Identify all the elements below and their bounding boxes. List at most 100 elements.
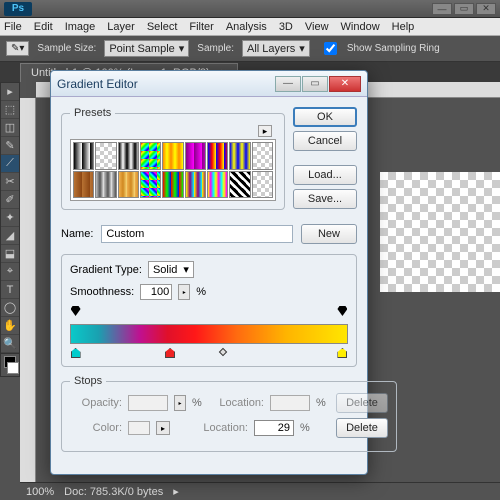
save-button[interactable]: Save... (293, 189, 357, 209)
menu-edit[interactable]: Edit (34, 21, 53, 33)
tool-button[interactable]: ⌖ (1, 263, 19, 281)
preset-swatch[interactable] (229, 142, 250, 170)
name-input[interactable] (101, 225, 293, 243)
preset-swatch[interactable] (229, 171, 250, 199)
tool-button[interactable]: ✦ (1, 209, 19, 227)
presets-fieldset: Presets ▸ (61, 107, 285, 210)
presets-menu-button[interactable]: ▸ (258, 125, 272, 137)
preset-swatch[interactable] (118, 171, 139, 199)
preset-swatch[interactable] (185, 171, 206, 199)
color-stop[interactable] (71, 348, 81, 358)
cancel-button[interactable]: Cancel (293, 131, 357, 151)
sample-label: Sample: (197, 43, 234, 54)
toolbox: ▸⬚◫✎⟋✂✐✦◢⬓⌖T◯✋🔍 (0, 82, 20, 377)
tool-button[interactable]: ◯ (1, 299, 19, 317)
tool-button[interactable]: ✋ (1, 317, 19, 335)
preset-swatch[interactable] (207, 142, 228, 170)
opacity-stops-track[interactable] (70, 306, 348, 318)
gradient-type-label: Gradient Type: (70, 264, 142, 276)
color-stops-track[interactable] (70, 346, 348, 358)
document-canvas[interactable] (380, 172, 500, 292)
dialog-minimize-button[interactable]: — (275, 76, 301, 92)
tool-button[interactable]: ✂ (1, 173, 19, 191)
sample-layers-dropdown[interactable]: All Layers▾ (242, 40, 310, 57)
load-button[interactable]: Load... (293, 165, 357, 185)
menu-file[interactable]: File (4, 21, 22, 33)
preset-swatch[interactable] (207, 171, 228, 199)
color-stop[interactable] (337, 348, 347, 358)
ok-button[interactable]: OK (293, 107, 357, 127)
tool-button[interactable]: ✎ (1, 137, 19, 155)
gradient-type-fieldset: Gradient Type: Solid▾ Smoothness: ▸ % (61, 254, 357, 367)
location-label-2: Location: (196, 422, 248, 434)
preset-swatch[interactable] (162, 142, 183, 170)
new-button[interactable]: New (301, 224, 357, 244)
sample-size-dropdown[interactable]: Point Sample▾ (104, 40, 189, 57)
preset-swatch[interactable] (73, 171, 94, 199)
location-label-1: Location: (212, 397, 264, 409)
show-sampling-ring-checkbox[interactable] (324, 42, 337, 55)
dialog-close-button[interactable]: ✕ (329, 76, 361, 92)
maximize-button[interactable]: ▭ (454, 3, 474, 15)
opacity-stop[interactable] (337, 306, 347, 316)
preset-swatch[interactable] (185, 142, 206, 170)
gradient-editor-dialog: Gradient Editor — ▭ ✕ Presets ▸ OK Cance… (50, 70, 368, 475)
minimize-button[interactable]: — (432, 3, 452, 15)
status-arrow-icon[interactable]: ▸ (173, 485, 179, 498)
name-label: Name: (61, 228, 93, 240)
midpoint-stop[interactable] (219, 348, 227, 356)
smoothness-input[interactable] (140, 284, 172, 300)
presets-grid[interactable] (70, 139, 276, 201)
app-logo: Ps (4, 2, 32, 16)
gradient-type-dropdown[interactable]: Solid▾ (148, 261, 194, 278)
background-swatch[interactable] (7, 362, 19, 374)
menu-layer[interactable]: Layer (107, 21, 135, 33)
color-stop[interactable] (165, 348, 175, 358)
tool-button[interactable]: ▸ (1, 83, 19, 101)
dialog-titlebar[interactable]: Gradient Editor — ▭ ✕ (51, 71, 367, 97)
opacity-label: Opacity: (70, 397, 122, 409)
smoothness-label: Smoothness: (70, 286, 134, 298)
sample-size-label: Sample Size: (37, 43, 96, 54)
preset-swatch[interactable] (118, 142, 139, 170)
options-bar: ✎▾ Sample Size: Point Sample▾ Sample: Al… (0, 36, 500, 62)
tool-button[interactable]: ⟋ (1, 155, 19, 173)
tool-button[interactable]: ⬓ (1, 245, 19, 263)
menu-analysis[interactable]: Analysis (226, 21, 267, 33)
color-swatch (128, 421, 150, 435)
opacity-stop[interactable] (71, 306, 81, 316)
preset-swatch[interactable] (73, 142, 94, 170)
zoom-level[interactable]: 100% (26, 486, 54, 498)
gradient-preview-bar[interactable] (70, 324, 348, 344)
preset-swatch[interactable] (140, 142, 161, 170)
tool-button[interactable]: T (1, 281, 19, 299)
tool-button[interactable]: ◫ (1, 119, 19, 137)
opacity-location-input (270, 395, 310, 411)
menu-window[interactable]: Window (341, 21, 380, 33)
doc-size: Doc: 785.3K/0 bytes (64, 486, 163, 498)
delete-color-stop-button[interactable]: Delete (336, 418, 388, 438)
close-button[interactable]: ✕ (476, 3, 496, 15)
dialog-maximize-button[interactable]: ▭ (302, 76, 328, 92)
eyedropper-tool-icon[interactable]: ✎▾ (6, 41, 29, 56)
color-location-input[interactable] (254, 420, 294, 436)
preset-swatch[interactable] (95, 142, 116, 170)
stops-legend: Stops (70, 375, 106, 387)
tool-button[interactable]: ◢ (1, 227, 19, 245)
menu-view[interactable]: View (305, 21, 329, 33)
tool-button[interactable]: ⬚ (1, 101, 19, 119)
menu-3d[interactable]: 3D (279, 21, 293, 33)
preset-swatch[interactable] (140, 171, 161, 199)
smoothness-spinner[interactable]: ▸ (178, 284, 190, 300)
menu-select[interactable]: Select (147, 21, 178, 33)
preset-swatch[interactable] (95, 171, 116, 199)
tool-button[interactable]: 🔍 (1, 335, 19, 353)
menu-filter[interactable]: Filter (189, 21, 213, 33)
preset-swatch[interactable] (252, 171, 273, 199)
menu-image[interactable]: Image (65, 21, 96, 33)
tool-button[interactable]: ✐ (1, 191, 19, 209)
preset-swatch[interactable] (162, 171, 183, 199)
stops-fieldset: Stops Opacity: ▸ % Location: % Delete Co… (61, 375, 397, 452)
preset-swatch[interactable] (252, 142, 273, 170)
menu-help[interactable]: Help (392, 21, 415, 33)
